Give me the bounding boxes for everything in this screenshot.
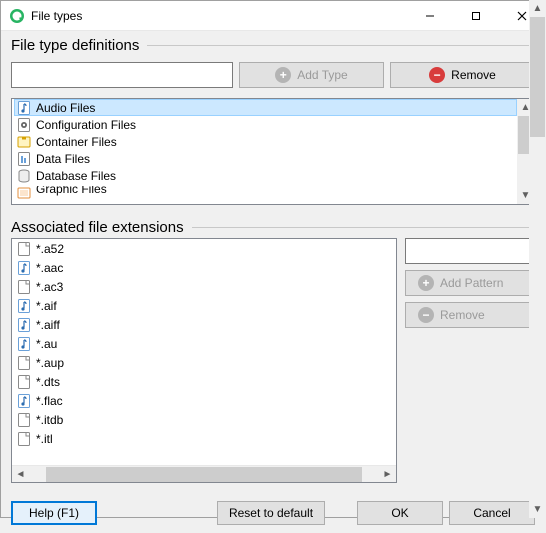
extension-label: *.aif xyxy=(36,299,57,313)
ok-button[interactable]: OK xyxy=(357,501,443,525)
minimize-button[interactable] xyxy=(407,1,453,30)
remove-type-button[interactable]: − Remove xyxy=(390,62,535,88)
extension-label: *.aup xyxy=(36,356,64,370)
page-icon xyxy=(16,241,32,257)
type-label: Graphic Files xyxy=(36,186,107,199)
hscroll-thumb[interactable] xyxy=(46,467,362,482)
config-icon xyxy=(16,117,32,133)
scroll-up-icon[interactable]: ▲ xyxy=(529,0,546,17)
extension-row[interactable]: *.aac xyxy=(14,258,379,277)
extension-label: *.a52 xyxy=(36,242,64,256)
extension-row[interactable]: *.flac xyxy=(14,391,379,410)
plus-icon: + xyxy=(275,67,291,83)
type-row[interactable]: Container Files xyxy=(14,133,517,150)
extension-label: *.au xyxy=(36,337,57,351)
section-definitions-label: File type definitions xyxy=(11,37,147,54)
remove-pattern-label: Remove xyxy=(440,308,485,322)
type-row[interactable]: Graphic Files xyxy=(14,184,517,201)
extension-row[interactable]: *.aiff xyxy=(14,315,379,334)
app-icon xyxy=(9,8,25,24)
type-list-container: Audio Files Configuration Files Container … xyxy=(11,98,535,205)
page-icon xyxy=(16,431,32,447)
pattern-input[interactable] xyxy=(405,238,535,264)
page-icon xyxy=(16,412,32,428)
section-definitions: File type definitions xyxy=(1,31,545,56)
extension-row[interactable]: *.aif xyxy=(14,296,379,315)
audio-icon xyxy=(16,298,32,314)
page-icon xyxy=(16,374,32,390)
extension-row[interactable]: *.aup xyxy=(14,353,379,372)
extension-row[interactable]: *.ac3 xyxy=(14,277,379,296)
type-label: Audio Files xyxy=(36,101,95,115)
container-icon xyxy=(16,134,32,150)
section-extensions: Associated file extensions xyxy=(1,213,545,238)
extension-label: *.flac xyxy=(36,394,63,408)
type-row[interactable]: Data Files xyxy=(14,150,517,167)
audio-icon xyxy=(16,260,32,276)
add-pattern-button[interactable]: + Add Pattern xyxy=(405,270,535,296)
type-filter-input[interactable] xyxy=(11,62,233,88)
minus-icon: − xyxy=(429,67,445,83)
extension-label: *.itdb xyxy=(36,413,63,427)
remove-pattern-button[interactable]: − Remove xyxy=(405,302,535,328)
audio-icon xyxy=(16,317,32,333)
type-label: Database Files xyxy=(36,169,116,183)
scroll-left-icon[interactable]: ◄ xyxy=(12,469,29,480)
cancel-button[interactable]: Cancel xyxy=(449,501,535,525)
add-type-label: Add Type xyxy=(297,68,347,82)
window-title: File types xyxy=(31,9,407,23)
type-label: Container Files xyxy=(36,135,117,149)
type-row[interactable]: Configuration Files xyxy=(14,116,517,133)
graphic-icon xyxy=(16,185,32,201)
extension-label: *.aac xyxy=(36,261,63,275)
type-label: Configuration Files xyxy=(36,118,136,132)
extension-row[interactable]: *.itdb xyxy=(14,410,379,429)
extension-list-container: *.a52 *.aac *.ac3 *.aif *.aiff *.au *.aup *.dts… xyxy=(11,238,397,483)
extension-row[interactable]: *.au xyxy=(14,334,379,353)
extension-list[interactable]: *.a52 *.aac *.ac3 *.aif *.aiff *.au *.aup *.dts… xyxy=(12,239,396,465)
audio-icon xyxy=(16,100,32,116)
extension-row[interactable]: *.itl xyxy=(14,429,379,448)
data-icon xyxy=(16,151,32,167)
scroll-right-icon[interactable]: ► xyxy=(379,469,396,480)
type-row[interactable]: Database Files xyxy=(14,167,517,184)
type-row[interactable]: Audio Files xyxy=(14,99,517,116)
page-icon xyxy=(16,279,32,295)
reset-button[interactable]: Reset to default xyxy=(217,501,325,525)
titlebar: File types xyxy=(1,1,545,31)
add-pattern-label: Add Pattern xyxy=(440,276,503,290)
extension-label: *.aiff xyxy=(36,318,60,332)
extension-row[interactable]: *.dts xyxy=(14,372,379,391)
add-type-button[interactable]: + Add Type xyxy=(239,62,384,88)
extension-row[interactable]: *.a52 xyxy=(14,239,379,258)
help-button[interactable]: Help (F1) xyxy=(11,501,97,525)
extension-scrollbar[interactable]: ▲ ▼ xyxy=(529,0,546,518)
extension-label: *.dts xyxy=(36,375,60,389)
footer: Help (F1) Reset to default OK Cancel xyxy=(1,493,545,533)
type-label: Data Files xyxy=(36,152,90,166)
scroll-thumb[interactable] xyxy=(530,17,545,137)
audio-icon xyxy=(16,336,32,352)
scroll-down-icon[interactable]: ▼ xyxy=(529,501,546,518)
extension-hscrollbar[interactable]: ◄ ► xyxy=(12,465,396,482)
type-list[interactable]: Audio Files Configuration Files Container … xyxy=(12,99,534,204)
remove-type-label: Remove xyxy=(451,68,496,82)
page-icon xyxy=(16,355,32,371)
extension-label: *.ac3 xyxy=(36,280,63,294)
maximize-button[interactable] xyxy=(453,1,499,30)
section-extensions-label: Associated file extensions xyxy=(11,219,192,236)
extension-label: *.itl xyxy=(36,432,53,446)
audio-icon xyxy=(16,393,32,409)
minus-icon: − xyxy=(418,307,434,323)
database-icon xyxy=(16,168,32,184)
plus-icon: + xyxy=(418,275,434,291)
